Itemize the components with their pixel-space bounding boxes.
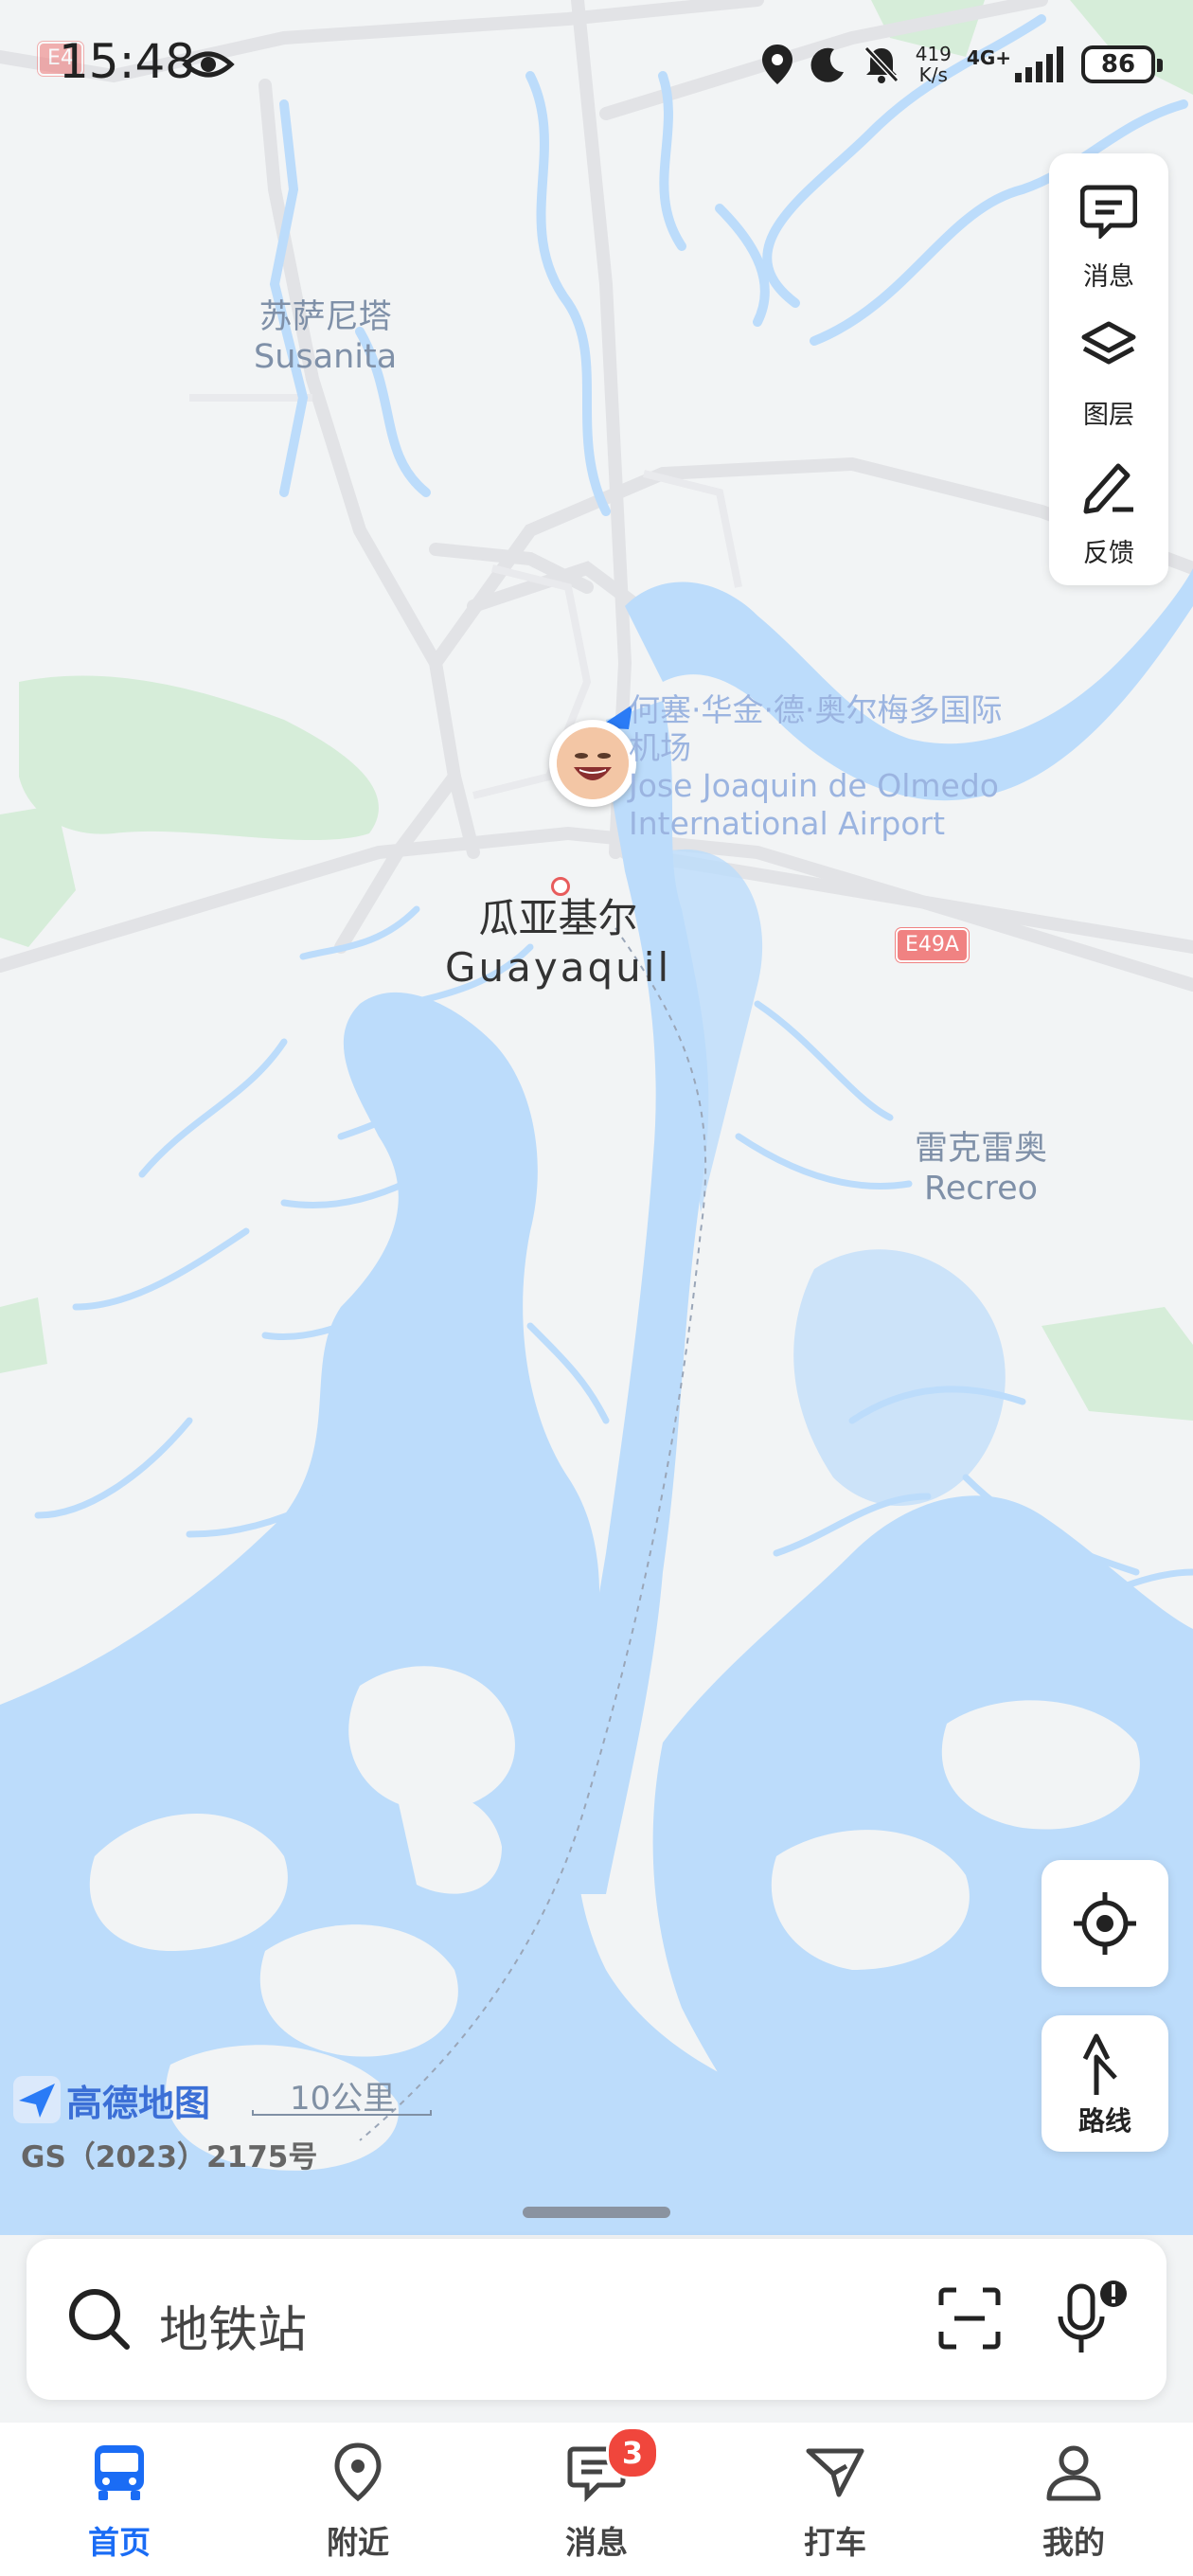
city-center-dot xyxy=(551,877,570,896)
battery-level: 86 xyxy=(1100,50,1136,79)
status-bar: 15:48 419 K/s 4G+ 86 xyxy=(0,0,1193,133)
battery-icon: 86 xyxy=(1081,45,1163,83)
map-scale: 10公里 xyxy=(252,2072,434,2121)
net-speed-value: 419 xyxy=(915,43,952,65)
feedback-tool-label: 反馈 xyxy=(1083,539,1134,568)
nav-nearby[interactable]: 附近 xyxy=(273,2423,443,2576)
moon-icon xyxy=(810,47,844,82)
message-icon xyxy=(1080,185,1137,239)
location-icon xyxy=(761,45,792,84)
search-icon xyxy=(69,2289,130,2350)
airport-label-en-1: Jose Joaquin de Olmedo xyxy=(629,767,999,804)
place-label-recreo[interactable]: 雷克雷奥 Recreo xyxy=(915,1129,1047,1208)
route-label: 路线 xyxy=(1077,2105,1131,2137)
map-pin-icon xyxy=(334,2442,382,2502)
route-turn-icon xyxy=(1082,2033,1117,2095)
signal-icon: 4G+ xyxy=(967,46,1066,82)
layers-tool-button[interactable]: 图层 xyxy=(1049,301,1168,434)
place-label-en: Susanita xyxy=(254,338,398,376)
user-location-avatar[interactable] xyxy=(549,720,636,807)
messages-tool-label: 消息 xyxy=(1083,262,1134,292)
search-bar[interactable]: 地铁站 xyxy=(27,2239,1166,2400)
map-canvas[interactable] xyxy=(0,0,1193,2576)
signal-bars-icon xyxy=(1015,46,1063,82)
city-label-cn: 瓜亚基尔 xyxy=(478,895,638,941)
airport-label-cn-2: 机场 xyxy=(629,729,691,766)
signal-type: 4G+ xyxy=(966,46,1011,69)
taxi-icon xyxy=(806,2448,864,2497)
net-speed: 419 K/s xyxy=(916,44,952,85)
place-label-en: Recreo xyxy=(923,1170,1039,1208)
bus-icon xyxy=(95,2445,144,2500)
nav-home[interactable]: 首页 xyxy=(34,2423,205,2576)
airport-label-cn-1: 何塞·华金·德·奥尔梅多国际 xyxy=(629,691,1003,728)
map-graphics xyxy=(0,0,1193,2576)
mute-bell-icon xyxy=(864,45,899,83)
nav-messages-label: 消息 xyxy=(565,2524,628,2561)
nav-mine-label: 我的 xyxy=(1042,2524,1105,2561)
messages-tool-button[interactable]: 消息 xyxy=(1049,163,1168,295)
map-license-number: GS（2023）2175号 xyxy=(21,2140,318,2174)
map-tool-panel: 消息 图层 反馈 xyxy=(1049,153,1168,585)
nav-taxi-label: 打车 xyxy=(804,2524,866,2561)
user-icon xyxy=(1046,2445,1101,2501)
drag-handle[interactable] xyxy=(523,2207,670,2218)
messages-badge: 3 xyxy=(606,2426,659,2479)
eye-icon xyxy=(182,51,235,78)
place-label-susanita[interactable]: 苏萨尼塔 Susanita xyxy=(254,297,397,377)
place-label-airport[interactable]: 何塞·华金·德·奥尔梅多国际 机场 Jose Joaquin de Olmedo… xyxy=(629,691,1002,843)
feedback-tool-button[interactable]: 反馈 xyxy=(1049,439,1168,572)
amap-logo-text: 高德地图 xyxy=(66,2082,211,2124)
crosshair-icon xyxy=(1074,1892,1136,1955)
scan-icon[interactable] xyxy=(935,2284,1004,2352)
status-icons: 419 K/s 4G+ 86 xyxy=(760,38,1163,91)
city-label-en: Guayaquil xyxy=(445,944,672,991)
bottom-nav: 首页 附近 3 消息 打车 我的 xyxy=(0,2423,1193,2576)
search-input[interactable]: 地铁站 xyxy=(159,2290,307,2361)
amap-logo: 高德地图 xyxy=(13,2072,210,2127)
place-label-cn: 雷克雷奥 xyxy=(915,1130,1048,1168)
layers-tool-label: 图层 xyxy=(1083,401,1134,430)
nav-nearby-label: 附近 xyxy=(327,2524,389,2561)
layers-icon xyxy=(1081,321,1136,365)
net-speed-unit: K/s xyxy=(918,63,948,86)
locate-me-button[interactable] xyxy=(1042,1860,1168,1987)
nav-mine[interactable]: 我的 xyxy=(988,2423,1159,2576)
place-label-guayaquil[interactable]: 瓜亚基尔 Guayaquil xyxy=(445,894,671,993)
edit-pencil-icon xyxy=(1083,463,1133,514)
route-button[interactable]: 路线 xyxy=(1042,2015,1168,2152)
avatar-face-icon xyxy=(557,727,629,799)
scale-bar xyxy=(252,2110,432,2116)
nav-taxi[interactable]: 打车 xyxy=(750,2423,920,2576)
road-badge-e49a: E49A xyxy=(896,928,969,962)
voice-mic-icon[interactable] xyxy=(1055,2279,1131,2358)
nav-messages[interactable]: 3 消息 xyxy=(511,2423,682,2576)
nav-home-label: 首页 xyxy=(88,2524,151,2561)
airport-label-en-2: International Airport xyxy=(629,805,946,842)
amap-logo-icon xyxy=(13,2076,61,2123)
place-label-cn: 苏萨尼塔 xyxy=(258,298,392,336)
status-time: 15:48 xyxy=(59,34,196,89)
